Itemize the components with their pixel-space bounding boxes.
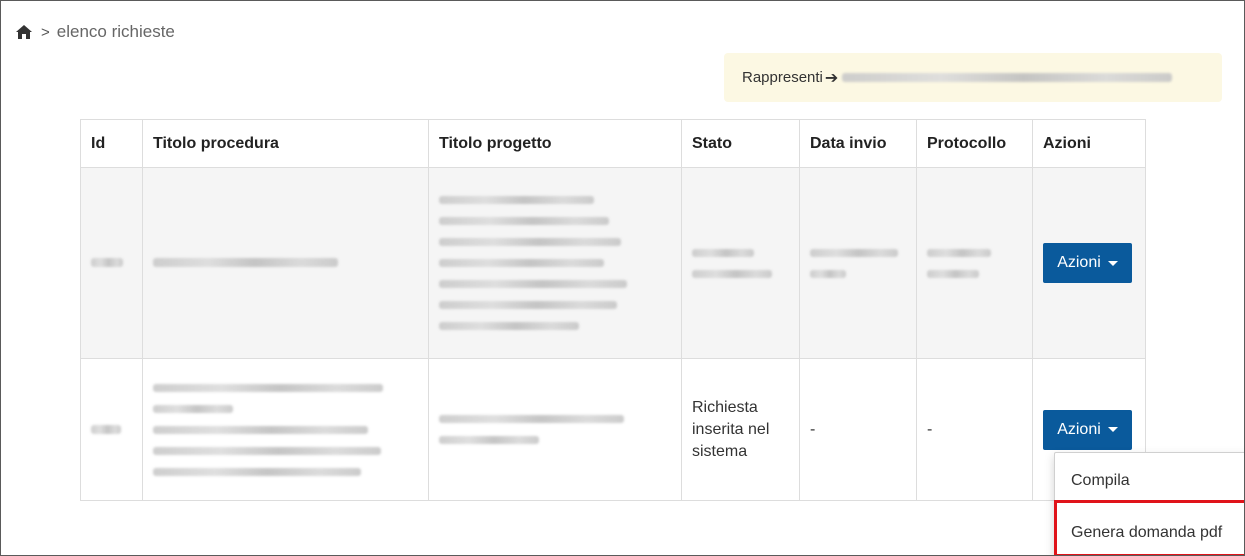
cell-titolo-progetto xyxy=(428,167,682,359)
azioni-dropdown-button[interactable]: Azioni xyxy=(1043,409,1132,450)
redacted-text xyxy=(91,258,123,267)
header-protocollo: Protocollo xyxy=(916,119,1033,168)
status-text: Richiesta inserita nel sistema xyxy=(692,398,770,460)
header-id: Id xyxy=(80,119,143,168)
redacted-text-block xyxy=(153,383,418,476)
cell-titolo-procedura xyxy=(142,167,429,359)
table-header-row: Id Titolo procedura Titolo progetto Stat… xyxy=(80,119,1146,168)
table-row: Azioni xyxy=(80,167,1146,359)
redacted-text-block xyxy=(692,248,789,278)
redacted-text-block xyxy=(810,248,906,278)
cell-titolo-procedura xyxy=(142,358,429,501)
redacted-text xyxy=(153,258,338,267)
caret-down-icon xyxy=(1107,260,1118,266)
table-row: Richiesta inserita nel sistema - - Azion… xyxy=(80,358,1146,501)
cell-stato xyxy=(681,167,800,359)
redacted-text-block xyxy=(439,415,671,444)
header-azioni: Azioni xyxy=(1032,119,1146,168)
breadcrumb: > elenco richieste xyxy=(15,20,175,44)
menu-item-genera-domanda-pdf[interactable]: Genera domanda pdf xyxy=(1071,524,1222,542)
home-icon[interactable] xyxy=(15,24,33,40)
redacted-text-block xyxy=(927,248,1022,278)
cell-id xyxy=(80,358,143,501)
redacted-text xyxy=(91,424,121,434)
arrow-right-icon: ➔ xyxy=(824,69,839,87)
azioni-dropdown-menu: Compila Genera domanda pdf xyxy=(1054,452,1244,555)
representation-banner: Rappresenti ➔ xyxy=(724,53,1222,102)
cell-protocollo: - xyxy=(916,358,1033,501)
cell-protocollo xyxy=(916,167,1033,359)
caret-down-icon xyxy=(1107,427,1118,432)
requests-table: Id Titolo procedura Titolo progetto Stat… xyxy=(80,119,1146,501)
cell-data-invio: - xyxy=(799,358,917,501)
header-data-invio: Data invio xyxy=(799,119,917,168)
redacted-text-block xyxy=(439,196,671,330)
breadcrumb-current: elenco richieste xyxy=(56,22,175,41)
header-titolo-procedura: Titolo procedura xyxy=(142,119,429,168)
redacted-represented-entity xyxy=(842,73,1173,82)
cell-azioni: Azioni xyxy=(1032,167,1146,359)
breadcrumb-separator: > xyxy=(41,23,50,41)
azioni-button-label: Azioni xyxy=(1057,254,1101,271)
azioni-button-label: Azioni xyxy=(1057,420,1101,438)
menu-item-compila[interactable]: Compila xyxy=(1071,472,1130,490)
cell-stato: Richiesta inserita nel sistema xyxy=(681,358,800,501)
header-titolo-progetto: Titolo progetto xyxy=(428,119,682,168)
app-frame: > elenco richieste Rappresenti ➔ Id Tito… xyxy=(0,0,1245,556)
cell-id xyxy=(80,167,143,359)
cell-titolo-progetto xyxy=(428,358,682,501)
header-stato: Stato xyxy=(681,119,800,168)
cell-data-invio xyxy=(799,167,917,359)
azioni-dropdown-button[interactable]: Azioni xyxy=(1043,243,1132,283)
representation-label: Rappresenti xyxy=(742,69,823,86)
